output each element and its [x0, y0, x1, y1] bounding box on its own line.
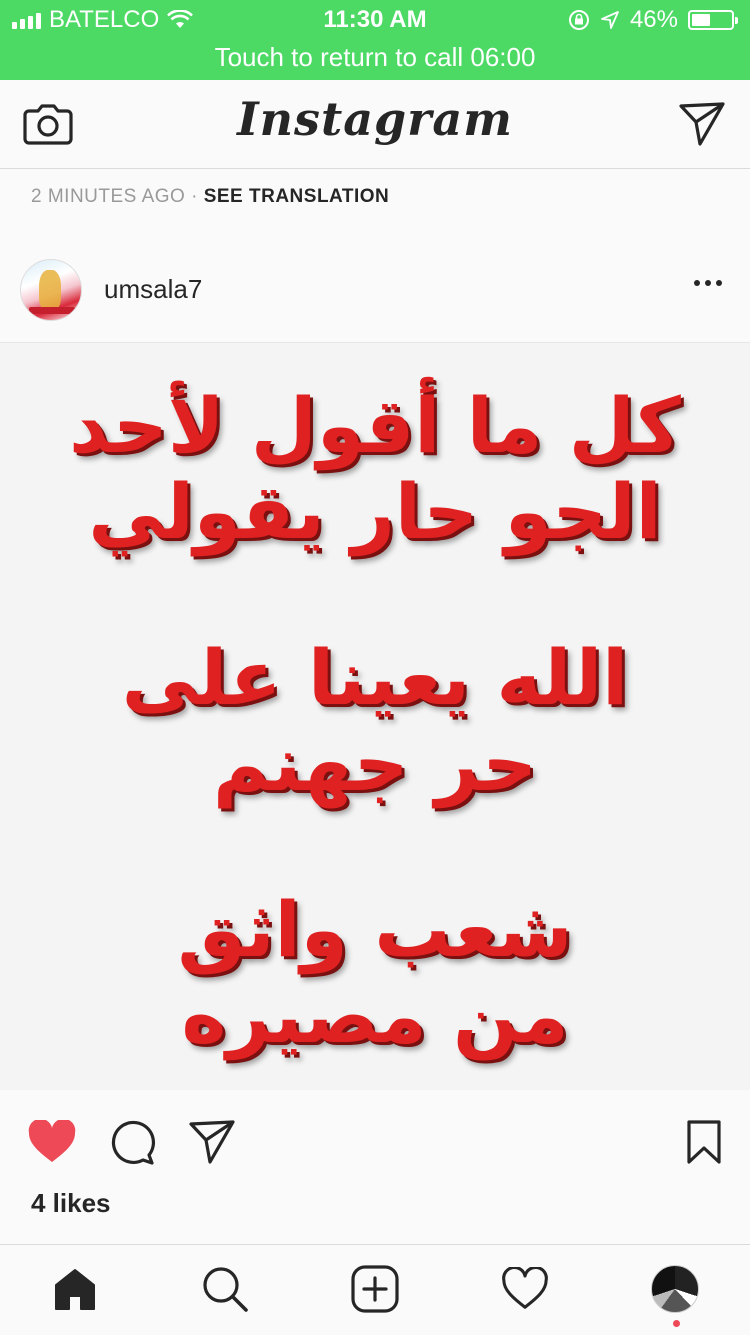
top-navigation-bar: Instagram [0, 80, 750, 169]
comment-icon[interactable] [104, 1114, 160, 1170]
battery-percent: 46% [629, 6, 678, 33]
more-options-icon[interactable] [694, 280, 722, 286]
orientation-lock-icon [568, 9, 590, 31]
post-actions [0, 1110, 750, 1174]
share-icon[interactable] [184, 1114, 240, 1170]
image-text-line: الله يعينا على [121, 633, 629, 722]
likes-count[interactable]: 4 likes [31, 1188, 111, 1219]
bottom-tab-bar [0, 1244, 750, 1335]
avatar[interactable] [20, 259, 82, 321]
post-username[interactable]: umsala7 [104, 274, 202, 305]
new-post-icon[interactable] [347, 1261, 403, 1317]
search-icon[interactable] [197, 1261, 253, 1317]
return-to-call-banner[interactable]: Touch to return to call 06:00 [0, 42, 750, 73]
image-text-line: شعب واثق [177, 885, 573, 974]
battery-icon [688, 10, 738, 30]
status-right: 46% [568, 6, 738, 34]
post-header: umsala7 [0, 256, 750, 343]
direct-message-icon[interactable] [674, 96, 730, 152]
home-icon[interactable] [47, 1261, 103, 1317]
instagram-logo: Instagram [237, 92, 513, 146]
profile-avatar [651, 1265, 699, 1313]
meta-separator: · [191, 186, 198, 207]
heart-icon[interactable] [24, 1114, 80, 1170]
activity-icon[interactable] [497, 1261, 553, 1317]
image-text-line: الجو حار يقولي [88, 467, 662, 556]
bookmark-icon[interactable] [676, 1114, 732, 1170]
notification-dot [673, 1320, 680, 1327]
image-text-line: كل ما أقول لأحد [69, 381, 681, 470]
image-text-line: من مصيره [181, 971, 569, 1060]
status-bar: BATELCO 11:30 AM 46% Touch to return to … [0, 0, 750, 80]
post-image[interactable]: كل ما أقول لأحد الجو حار يقولي الله يعين… [0, 343, 750, 1090]
see-translation-link[interactable]: SEE TRANSLATION [204, 186, 390, 207]
post-timestamp: 2 MINUTES AGO [31, 186, 186, 207]
previous-post-meta: 2 MINUTES AGO · SEE TRANSLATION [31, 186, 389, 208]
location-icon [600, 10, 620, 30]
image-text-line: حر جهنم [212, 719, 538, 808]
profile-icon[interactable] [647, 1261, 703, 1317]
